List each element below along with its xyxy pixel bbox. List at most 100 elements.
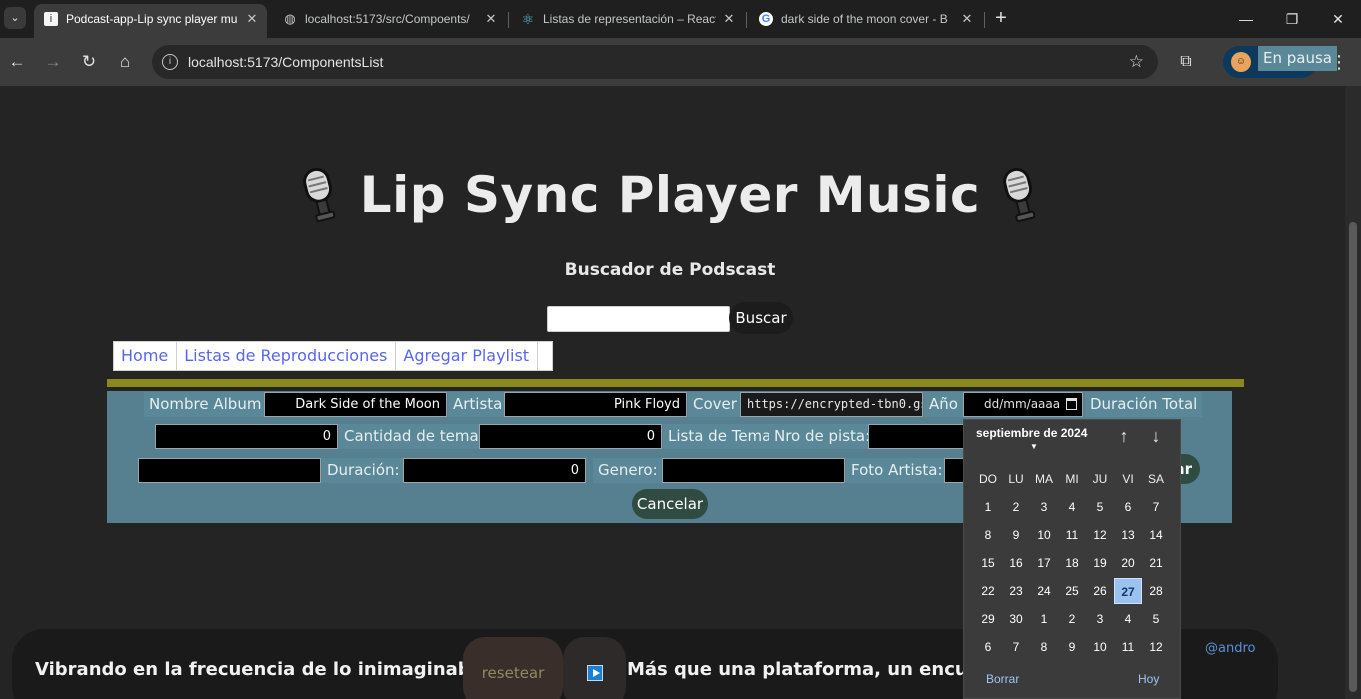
close-tab-icon[interactable]: ✕ bbox=[960, 4, 974, 34]
total-duration-input[interactable]: 0 bbox=[155, 424, 338, 449]
site-info-icon[interactable]: i bbox=[162, 54, 178, 70]
browser-tab-podcast[interactable]: i Podcast-app-Lip sync player mu ✕ bbox=[34, 4, 267, 38]
calendar-day[interactable]: 10 bbox=[1086, 634, 1114, 660]
minimize-icon[interactable]: — bbox=[1223, 0, 1269, 38]
album-name-input[interactable]: Dark Side of the Moon bbox=[264, 392, 447, 417]
calendar-day[interactable]: 25 bbox=[1058, 578, 1086, 604]
calendar-day[interactable]: 10 bbox=[1030, 522, 1058, 548]
artist-input[interactable]: Pink Floyd bbox=[504, 392, 687, 417]
today-button[interactable]: Hoy bbox=[1138, 672, 1159, 686]
calendar-day[interactable]: 6 bbox=[1114, 494, 1142, 520]
year-date-input[interactable]: dd/mm/aaaa bbox=[963, 392, 1083, 417]
calendar-day[interactable]: 23 bbox=[1002, 578, 1030, 604]
address-bar[interactable]: i localhost:5173/ComponentsList ☆ bbox=[152, 45, 1158, 79]
calendar-day[interactable]: 12 bbox=[1142, 634, 1170, 660]
date-placeholder: dd/mm/aaaa bbox=[984, 397, 1061, 411]
url-text[interactable]: localhost:5173/ComponentsList bbox=[188, 45, 383, 79]
browser-tabstrip: ⌄ i Podcast-app-Lip sync player mu ✕ ◍ l… bbox=[0, 0, 1361, 38]
close-window-icon[interactable]: ✕ bbox=[1315, 0, 1361, 38]
calendar-day[interactable]: 11 bbox=[1114, 634, 1142, 660]
reset-button[interactable]: resetear bbox=[463, 637, 563, 699]
nav-link-add-playlist[interactable]: Agregar Playlist bbox=[396, 342, 539, 370]
duration-input[interactable]: 0 bbox=[403, 458, 586, 483]
calendar-day[interactable]: 9 bbox=[1058, 634, 1086, 660]
calendar-day[interactable]: 17 bbox=[1030, 550, 1058, 576]
calendar-day[interactable]: 28 bbox=[1142, 578, 1170, 604]
calendar-day[interactable]: 5 bbox=[1086, 494, 1114, 520]
nav-link-home[interactable]: Home bbox=[114, 342, 178, 370]
back-icon[interactable]: ← bbox=[5, 50, 29, 74]
calendar-day[interactable]: 9 bbox=[1002, 522, 1030, 548]
browser-tab-google[interactable]: G dark side of the moon cover - B ✕ bbox=[749, 4, 982, 34]
nav-link-playlists[interactable]: Listas de Reproducciones bbox=[177, 342, 397, 370]
chevron-down-icon[interactable]: ▼ bbox=[1030, 442, 1038, 451]
close-tab-icon[interactable]: ✕ bbox=[484, 4, 498, 34]
calendar-day[interactable]: 5 bbox=[1142, 606, 1170, 632]
calendar-day[interactable]: 22 bbox=[974, 578, 1002, 604]
calendar-day[interactable]: 12 bbox=[1086, 522, 1114, 548]
search-button[interactable]: Buscar bbox=[729, 302, 793, 334]
restore-icon[interactable]: ❐ bbox=[1269, 0, 1315, 38]
calendar-day[interactable]: 29 bbox=[974, 606, 1002, 632]
browser-tab-components[interactable]: ◍ localhost:5173/src/Compoents/ ✕ bbox=[273, 4, 506, 34]
track-count-input[interactable]: 0 bbox=[479, 424, 662, 449]
calendar-day[interactable]: 13 bbox=[1114, 522, 1142, 548]
calendar-icon[interactable] bbox=[1066, 398, 1077, 410]
calendar-day[interactable]: 24 bbox=[1030, 578, 1058, 604]
calendar-day[interactable]: 4 bbox=[1114, 606, 1142, 632]
browser-tab-react[interactable]: ⚛ Listas de representación – React ✕ bbox=[511, 4, 744, 34]
calendar-day[interactable]: 8 bbox=[1030, 634, 1058, 660]
calendar-day[interactable]: 30 bbox=[1002, 606, 1030, 632]
calendar-day[interactable]: 26 bbox=[1086, 578, 1114, 604]
calendar-day[interactable]: 6 bbox=[974, 634, 1002, 660]
close-tab-icon[interactable]: ✕ bbox=[245, 4, 259, 34]
tab-title: Listas de representación – React bbox=[543, 12, 716, 26]
calendar-day[interactable]: 15 bbox=[974, 550, 1002, 576]
bookmark-star-icon[interactable]: ☆ bbox=[1129, 45, 1144, 79]
calendar-day[interactable]: 1 bbox=[1030, 606, 1058, 632]
calendar-day[interactable]: 27 bbox=[1114, 578, 1142, 604]
calendar-day[interactable]: 4 bbox=[1058, 494, 1086, 520]
play-button[interactable] bbox=[563, 637, 626, 699]
calendar-day[interactable]: 21 bbox=[1142, 550, 1170, 576]
tab-search-icon[interactable]: ⌄ bbox=[4, 7, 26, 29]
clear-date-button[interactable]: Borrar bbox=[986, 672, 1019, 686]
calendar-day[interactable]: 8 bbox=[974, 522, 1002, 548]
profile-button[interactable]: ☺ En pausa bbox=[1223, 46, 1337, 78]
author-credit[interactable]: @andro bbox=[1205, 641, 1255, 656]
reload-icon[interactable]: ↻ bbox=[77, 50, 101, 74]
album-name-label: Nombre Album bbox=[144, 392, 267, 417]
new-tab-icon[interactable]: + bbox=[990, 7, 1012, 29]
track-number-input[interactable] bbox=[868, 424, 964, 449]
calendar-day[interactable]: 3 bbox=[1030, 494, 1058, 520]
genre-label: Genero: bbox=[593, 458, 663, 483]
search-input[interactable] bbox=[547, 306, 730, 332]
genre-input[interactable] bbox=[662, 458, 845, 483]
page-scrollbar[interactable] bbox=[1345, 86, 1361, 699]
calendar-day[interactable]: 3 bbox=[1086, 606, 1114, 632]
next-month-icon[interactable]: ↓ bbox=[1146, 426, 1166, 448]
track-name-input[interactable] bbox=[138, 458, 321, 483]
calendar-day[interactable]: 20 bbox=[1114, 550, 1142, 576]
calendar-day[interactable]: 11 bbox=[1058, 522, 1086, 548]
extensions-icon[interactable]: ⧉ bbox=[1174, 50, 1198, 74]
previous-month-icon[interactable]: ↑ bbox=[1114, 426, 1134, 448]
calendar-day[interactable]: 18 bbox=[1058, 550, 1086, 576]
cancel-button[interactable]: Cancelar bbox=[632, 489, 708, 519]
cover-url-input[interactable]: https://encrypted-tbn0.gstatic bbox=[740, 392, 923, 417]
microphone-icon bbox=[302, 167, 336, 222]
calendar-day[interactable]: 14 bbox=[1142, 522, 1170, 548]
calendar-day[interactable]: 7 bbox=[1002, 634, 1030, 660]
calendar-day[interactable]: 2 bbox=[1058, 606, 1086, 632]
calendar-day[interactable]: 2 bbox=[1002, 494, 1030, 520]
close-tab-icon[interactable]: ✕ bbox=[722, 4, 736, 34]
month-year-selector[interactable]: septiembre de 2024 bbox=[976, 426, 1087, 440]
home-icon[interactable]: ⌂ bbox=[113, 50, 137, 74]
scrollbar-thumb[interactable] bbox=[1349, 222, 1357, 692]
calendar-day[interactable]: 1 bbox=[974, 494, 1002, 520]
calendar-day[interactable]: 16 bbox=[1002, 550, 1030, 576]
forward-icon[interactable]: → bbox=[41, 50, 65, 74]
calendar-day[interactable]: 7 bbox=[1142, 494, 1170, 520]
browser-menu-icon[interactable]: ⋮ bbox=[1328, 50, 1350, 74]
calendar-day[interactable]: 19 bbox=[1086, 550, 1114, 576]
